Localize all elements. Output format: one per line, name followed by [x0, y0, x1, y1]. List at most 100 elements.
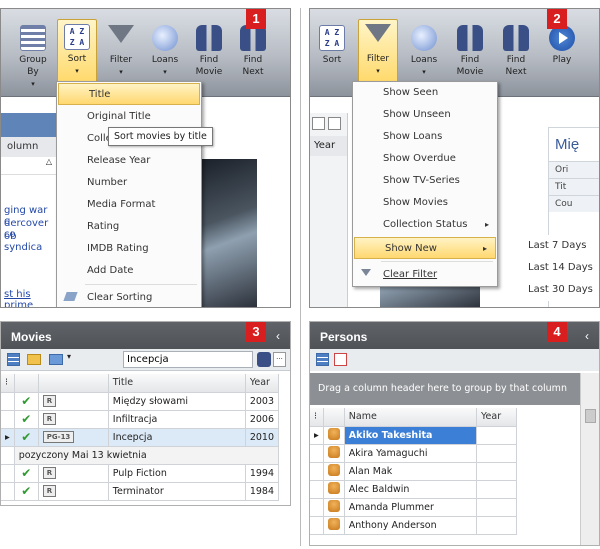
movie-year-cell: 2006	[245, 410, 280, 429]
avatar-cell	[323, 498, 345, 517]
year-column-header[interactable]: Year	[310, 136, 347, 156]
filter-funnel-icon	[365, 24, 391, 42]
avatar-cell	[323, 444, 345, 463]
loans-ribbon-button[interactable]: Loans ▾	[404, 21, 444, 78]
sort-menu-item-media-format[interactable]: Media Format	[57, 194, 201, 216]
filter-menu-item-show-unseen[interactable]: Show Unseen	[353, 104, 497, 126]
person-name-cell: Akiko Takeshita	[344, 426, 478, 445]
person-year-cell	[476, 426, 517, 445]
filter-menu-item-show-overdue[interactable]: Show Overdue	[353, 148, 497, 170]
show-new-submenu: Last 7 Days Last 14 Days Last 30 Days	[522, 235, 598, 301]
movie-title-cell: Incepcja	[108, 428, 246, 447]
row-selector[interactable]	[1, 464, 15, 483]
title-column-header[interactable]: Title	[108, 374, 246, 393]
loans-ribbon-button[interactable]: Loans ▾	[145, 21, 185, 78]
table-row[interactable]: ✔ R Między słowami 2003	[1, 392, 280, 411]
row-selector[interactable]	[1, 482, 15, 501]
row-selector[interactable]	[1, 392, 15, 411]
table-row[interactable]: ▸ Akiko Takeshita	[310, 426, 517, 445]
filter-menu-item-clear-filter[interactable]: Clear Filter	[353, 264, 497, 286]
row-selector[interactable]: ▸	[1, 428, 15, 447]
row-selector	[1, 446, 15, 465]
ribbon-button-label: Play	[552, 55, 572, 65]
cover-view-icon[interactable]	[49, 354, 63, 365]
binoculars-icon	[457, 25, 483, 51]
table-row[interactable]: Alec Baldwin	[310, 480, 517, 499]
row-selector[interactable]	[310, 498, 324, 517]
avatar-header	[323, 408, 345, 427]
name-column-header[interactable]: Name	[344, 408, 478, 427]
checkmark-icon: ✔	[14, 464, 39, 483]
scrollbar[interactable]	[580, 373, 599, 545]
submenu-item-last-30-days[interactable]: Last 30 Days	[522, 279, 598, 301]
sort-menu-item-imdb-rating[interactable]: IMDB Rating	[57, 238, 201, 260]
overview-link[interactable]: st his prime	[4, 289, 56, 307]
movie-title: Mię	[555, 136, 580, 153]
left-grid: Year	[310, 113, 348, 307]
loan-info-row[interactable]: pozyczony Mai 13 kwietnia	[1, 446, 280, 465]
row-selector[interactable]: ▸	[310, 426, 324, 445]
folder-icon[interactable]	[27, 354, 41, 365]
rating-cell: R	[38, 482, 109, 501]
row-selector[interactable]	[310, 480, 324, 499]
loan-info: pozyczony Mai 13 kwietnia	[14, 446, 280, 465]
table-row[interactable]: Alan Mak	[310, 462, 517, 481]
ribbon-button-label: Filter	[366, 54, 390, 64]
sort-menu-item-release-year[interactable]: Release Year	[57, 150, 201, 172]
year-column-header[interactable]: Year	[476, 408, 517, 427]
sort-menu-item-number[interactable]: Number	[57, 172, 201, 194]
rating-cell: R	[38, 410, 109, 429]
row-selector[interactable]	[310, 462, 324, 481]
sort-menu-item-title[interactable]: Title	[58, 83, 200, 105]
filter-menu-item-show-movies[interactable]: Show Movies	[353, 192, 497, 214]
table-row[interactable]: ▸ ✔ PG-13 Incepcja 2010	[1, 428, 280, 447]
sort-menu-item-original-title[interactable]: Original Title	[57, 106, 201, 128]
more-options-icon[interactable]: ...	[273, 352, 286, 367]
overview-text: ging war c	[4, 205, 48, 227]
filter-menu-item-show-new[interactable]: Show New ▸	[354, 237, 496, 259]
ribbon-button-label: Sort	[67, 54, 87, 64]
filter-menu-item-show-tv-series[interactable]: Show TV-Series	[353, 170, 497, 192]
find-movie-ribbon-button[interactable]: Find Movie	[450, 21, 490, 78]
table-row[interactable]: ✔ R Pulp Fiction 1994	[1, 464, 280, 483]
table-header-row: ⁝ Name Year	[310, 408, 517, 427]
sort-ribbon-button[interactable]: A Z Z A Sort	[312, 21, 352, 66]
group-by-ribbon-button[interactable]: Group By ▾	[13, 21, 53, 90]
ribbon-button-label: Group By	[19, 55, 47, 77]
table-row[interactable]: Anthony Anderson	[310, 516, 517, 535]
grid-view-icon[interactable]	[7, 353, 20, 366]
table-row[interactable]: Amanda Plummer	[310, 498, 517, 517]
person-name-cell: Anthony Anderson	[344, 516, 478, 535]
table-row[interactable]: Akira Yamaguchi	[310, 444, 517, 463]
submenu-item-last-7-days[interactable]: Last 7 Days	[522, 235, 598, 257]
row-selector[interactable]	[1, 410, 15, 429]
filter-menu-item-collection-status[interactable]: Collection Status ▸	[353, 214, 497, 236]
filter-menu-item-show-loans[interactable]: Show Loans	[353, 126, 497, 148]
avatar-cell	[323, 426, 345, 445]
chevron-down-icon[interactable]: ▾	[67, 352, 71, 361]
row-selector[interactable]	[310, 444, 324, 463]
grid-view-icon[interactable]	[316, 353, 329, 366]
binoculars-icon[interactable]	[257, 352, 271, 367]
find-next-ribbon-button[interactable]: Find Next	[496, 21, 536, 78]
find-movie-ribbon-button[interactable]: Find Movie	[189, 21, 229, 78]
year-column-header[interactable]: Year	[245, 374, 280, 393]
search-input[interactable]	[123, 351, 253, 368]
group-by-hint[interactable]: Drag a column header here to group by th…	[310, 373, 580, 405]
table-row[interactable]: ✔ R Terminator 1984	[1, 482, 280, 501]
column-header[interactable]: olumn	[1, 137, 56, 157]
submenu-item-last-14-days[interactable]: Last 14 Days	[522, 257, 598, 279]
sort-menu-item-rating[interactable]: Rating	[57, 216, 201, 238]
sort-menu-item-add-date[interactable]: Add Date	[57, 260, 201, 282]
detail-label: Ori	[549, 161, 599, 178]
step-badge: 1	[246, 9, 266, 29]
filter-ribbon-button[interactable]: Filter ▾	[101, 21, 141, 78]
row-selector[interactable]	[310, 516, 324, 535]
person-card-icon[interactable]	[334, 353, 347, 366]
sort-menu-item-clear-sorting[interactable]: Clear Sorting	[57, 287, 201, 307]
person-name-cell: Amanda Plummer	[344, 498, 478, 517]
filter-menu-item-show-seen[interactable]: Show Seen	[353, 82, 497, 104]
table-row[interactable]: ✔ R Infiltracja 2006	[1, 410, 280, 429]
find-next-ribbon-button[interactable]: Find Next	[233, 21, 273, 78]
chevron-down-icon: ▾	[75, 67, 79, 75]
